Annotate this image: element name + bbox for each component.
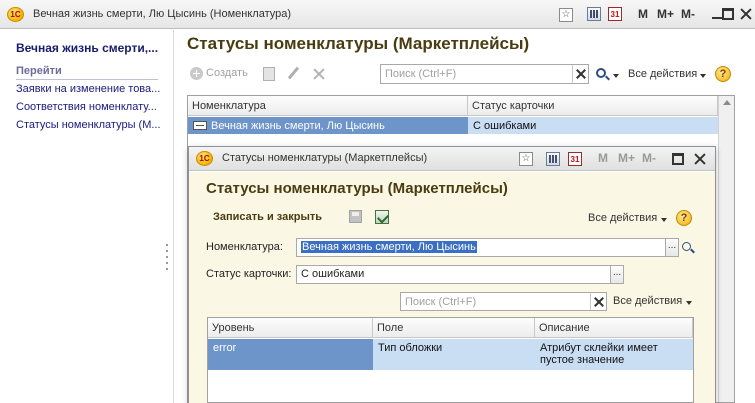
create-button[interactable]: Создать <box>206 67 248 79</box>
favorite-star-icon[interactable]: ☆ <box>519 152 533 166</box>
panel-splitter-handle[interactable] <box>166 244 168 274</box>
search-dropdown-icon[interactable] <box>613 74 619 78</box>
help-icon[interactable]: ? <box>715 66 731 82</box>
window-title: Вечная жизнь смерти, Лю Цысинь (Номенкла… <box>33 8 292 20</box>
app-logo-icon: 1С <box>7 7 24 22</box>
item-field[interactable]: Вечная жизнь смерти, Лю Цысинь <box>296 238 666 257</box>
cell-level[interactable]: error <box>208 339 241 357</box>
maximize-icon[interactable] <box>722 8 734 20</box>
help-icon[interactable]: ? <box>676 210 692 226</box>
chevron-down-icon <box>700 74 706 78</box>
memory-store-button[interactable]: M <box>638 7 648 21</box>
search-icon[interactable] <box>596 68 606 78</box>
panel-divider <box>173 30 174 403</box>
chevron-down-icon <box>686 301 692 305</box>
modal-body: Статусы номенклатуры (Маркетплейсы) Запи… <box>189 172 715 403</box>
calendar-icon[interactable]: 31 <box>568 152 582 166</box>
calculator-icon[interactable] <box>546 152 560 166</box>
modal-search-box <box>400 292 607 311</box>
save-and-close-button[interactable]: Записать и закрыть <box>213 211 322 223</box>
status-select-button[interactable]: ... <box>610 265 624 284</box>
nav-section-header: Перейти <box>16 65 158 80</box>
modal-all-actions-button[interactable]: Все действия <box>588 212 657 224</box>
nav-link-correspondences[interactable]: Соответствия номенклату... <box>16 101 161 113</box>
all-actions-button[interactable]: Все действия <box>628 68 697 80</box>
copy-icon[interactable] <box>263 67 275 81</box>
close-icon[interactable] <box>740 8 752 20</box>
item-select-button[interactable]: ... <box>665 238 679 257</box>
modal-window-title: Статусы номенклатуры (Маркетплейсы) <box>222 152 428 164</box>
page-title: Статусы номенклатуры (Маркетплейсы) <box>187 34 530 53</box>
chevron-down-icon <box>661 218 667 222</box>
calendar-icon[interactable]: 31 <box>608 7 622 21</box>
column-header-item[interactable]: Номенклатура <box>188 96 468 116</box>
memory-subtract-button[interactable]: M- <box>681 7 695 21</box>
nav-link-change-requests[interactable]: Заявки на изменение това... <box>16 83 161 95</box>
close-icon[interactable] <box>694 153 706 165</box>
column-header-field[interactable]: Поле <box>373 318 535 338</box>
modal-table-all-actions-button[interactable]: Все действия <box>613 295 682 307</box>
cell-status[interactable]: С ошибками <box>468 117 541 135</box>
modal-search-input[interactable] <box>401 293 606 310</box>
save-icon[interactable] <box>349 210 362 223</box>
post-document-icon[interactable] <box>375 210 389 224</box>
search-clear-icon[interactable] <box>572 65 588 83</box>
cell-description-line2[interactable]: пустое значение <box>535 351 629 369</box>
calculator-icon[interactable] <box>587 7 601 21</box>
search-input[interactable] <box>381 65 588 83</box>
column-header-status[interactable]: Статус карточки <box>468 96 718 116</box>
search-box <box>380 64 589 84</box>
item-open-icon[interactable] <box>682 242 691 251</box>
memory-add-button[interactable]: M+ <box>618 151 635 165</box>
favorite-star-icon[interactable]: ☆ <box>559 8 573 22</box>
navigation-panel: Вечная жизнь смерти,... Перейти Заявки н… <box>0 30 170 403</box>
scroll-up-icon[interactable] <box>723 100 731 105</box>
cell-item[interactable]: Вечная жизнь смерти, Лю Цысинь <box>206 117 390 135</box>
item-icon <box>193 121 207 130</box>
modal-titlebar: 1С Статусы номенклатуры (Маркетплейсы) ☆… <box>189 147 715 171</box>
app-logo-icon: 1С <box>196 151 213 166</box>
cell-field[interactable]: Тип обложки <box>373 339 447 357</box>
delete-icon[interactable] <box>313 68 325 80</box>
create-icon <box>190 67 203 80</box>
status-field[interactable]: С ошибками <box>296 265 611 284</box>
maximize-icon[interactable] <box>672 153 684 165</box>
modal-page-title: Статусы номенклатуры (Маркетплейсы) <box>206 180 508 197</box>
memory-store-button[interactable]: M <box>598 151 608 165</box>
item-field-value: Вечная жизнь смерти, Лю Цысинь <box>301 241 477 253</box>
errors-table: Уровень Поле Описание error Тип обложки … <box>207 317 694 403</box>
memory-subtract-button[interactable]: M- <box>642 151 656 165</box>
nav-panel-title: Вечная жизнь смерти,... <box>16 41 159 55</box>
window-titlebar: 1С Вечная жизнь смерти, Лю Цысинь (Номен… <box>0 0 755 29</box>
edit-icon[interactable] <box>287 66 300 80</box>
vertical-scrollbar[interactable] <box>718 96 734 402</box>
status-record-window: 1С Статусы номенклатуры (Маркетплейсы) ☆… <box>188 146 716 403</box>
status-field-label: Статус карточки: <box>206 268 292 280</box>
memory-add-button[interactable]: M+ <box>657 7 674 21</box>
nav-link-statuses[interactable]: Статусы номенклатуры (М... <box>16 119 161 131</box>
modal-search-clear-icon[interactable] <box>590 293 606 310</box>
column-header-description[interactable]: Описание <box>535 318 693 338</box>
column-header-level[interactable]: Уровень <box>208 318 373 338</box>
item-field-label: Номенклатура: <box>206 241 283 253</box>
